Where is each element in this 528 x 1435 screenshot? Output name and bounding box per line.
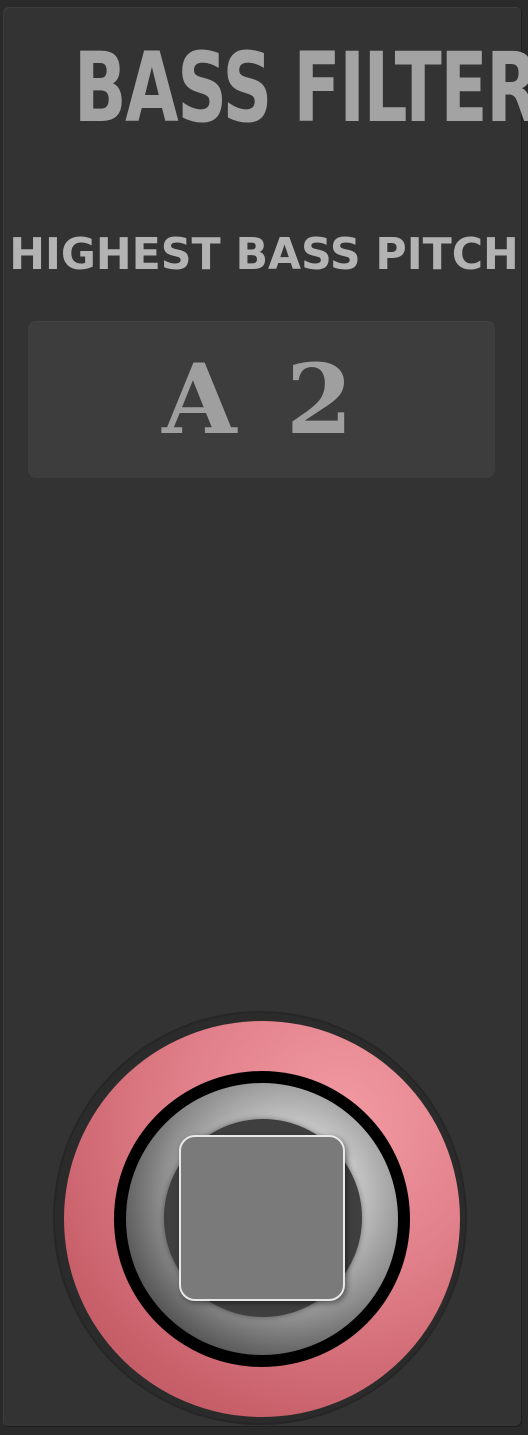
pitch-value: A 2	[162, 343, 361, 456]
footswitch-button[interactable]	[179, 1135, 345, 1301]
plugin-title: BASS FILTER	[73, 32, 528, 144]
pitch-value-display[interactable]: A 2	[28, 321, 495, 478]
parameter-label: HIGHEST BASS PITCH	[9, 229, 519, 280]
